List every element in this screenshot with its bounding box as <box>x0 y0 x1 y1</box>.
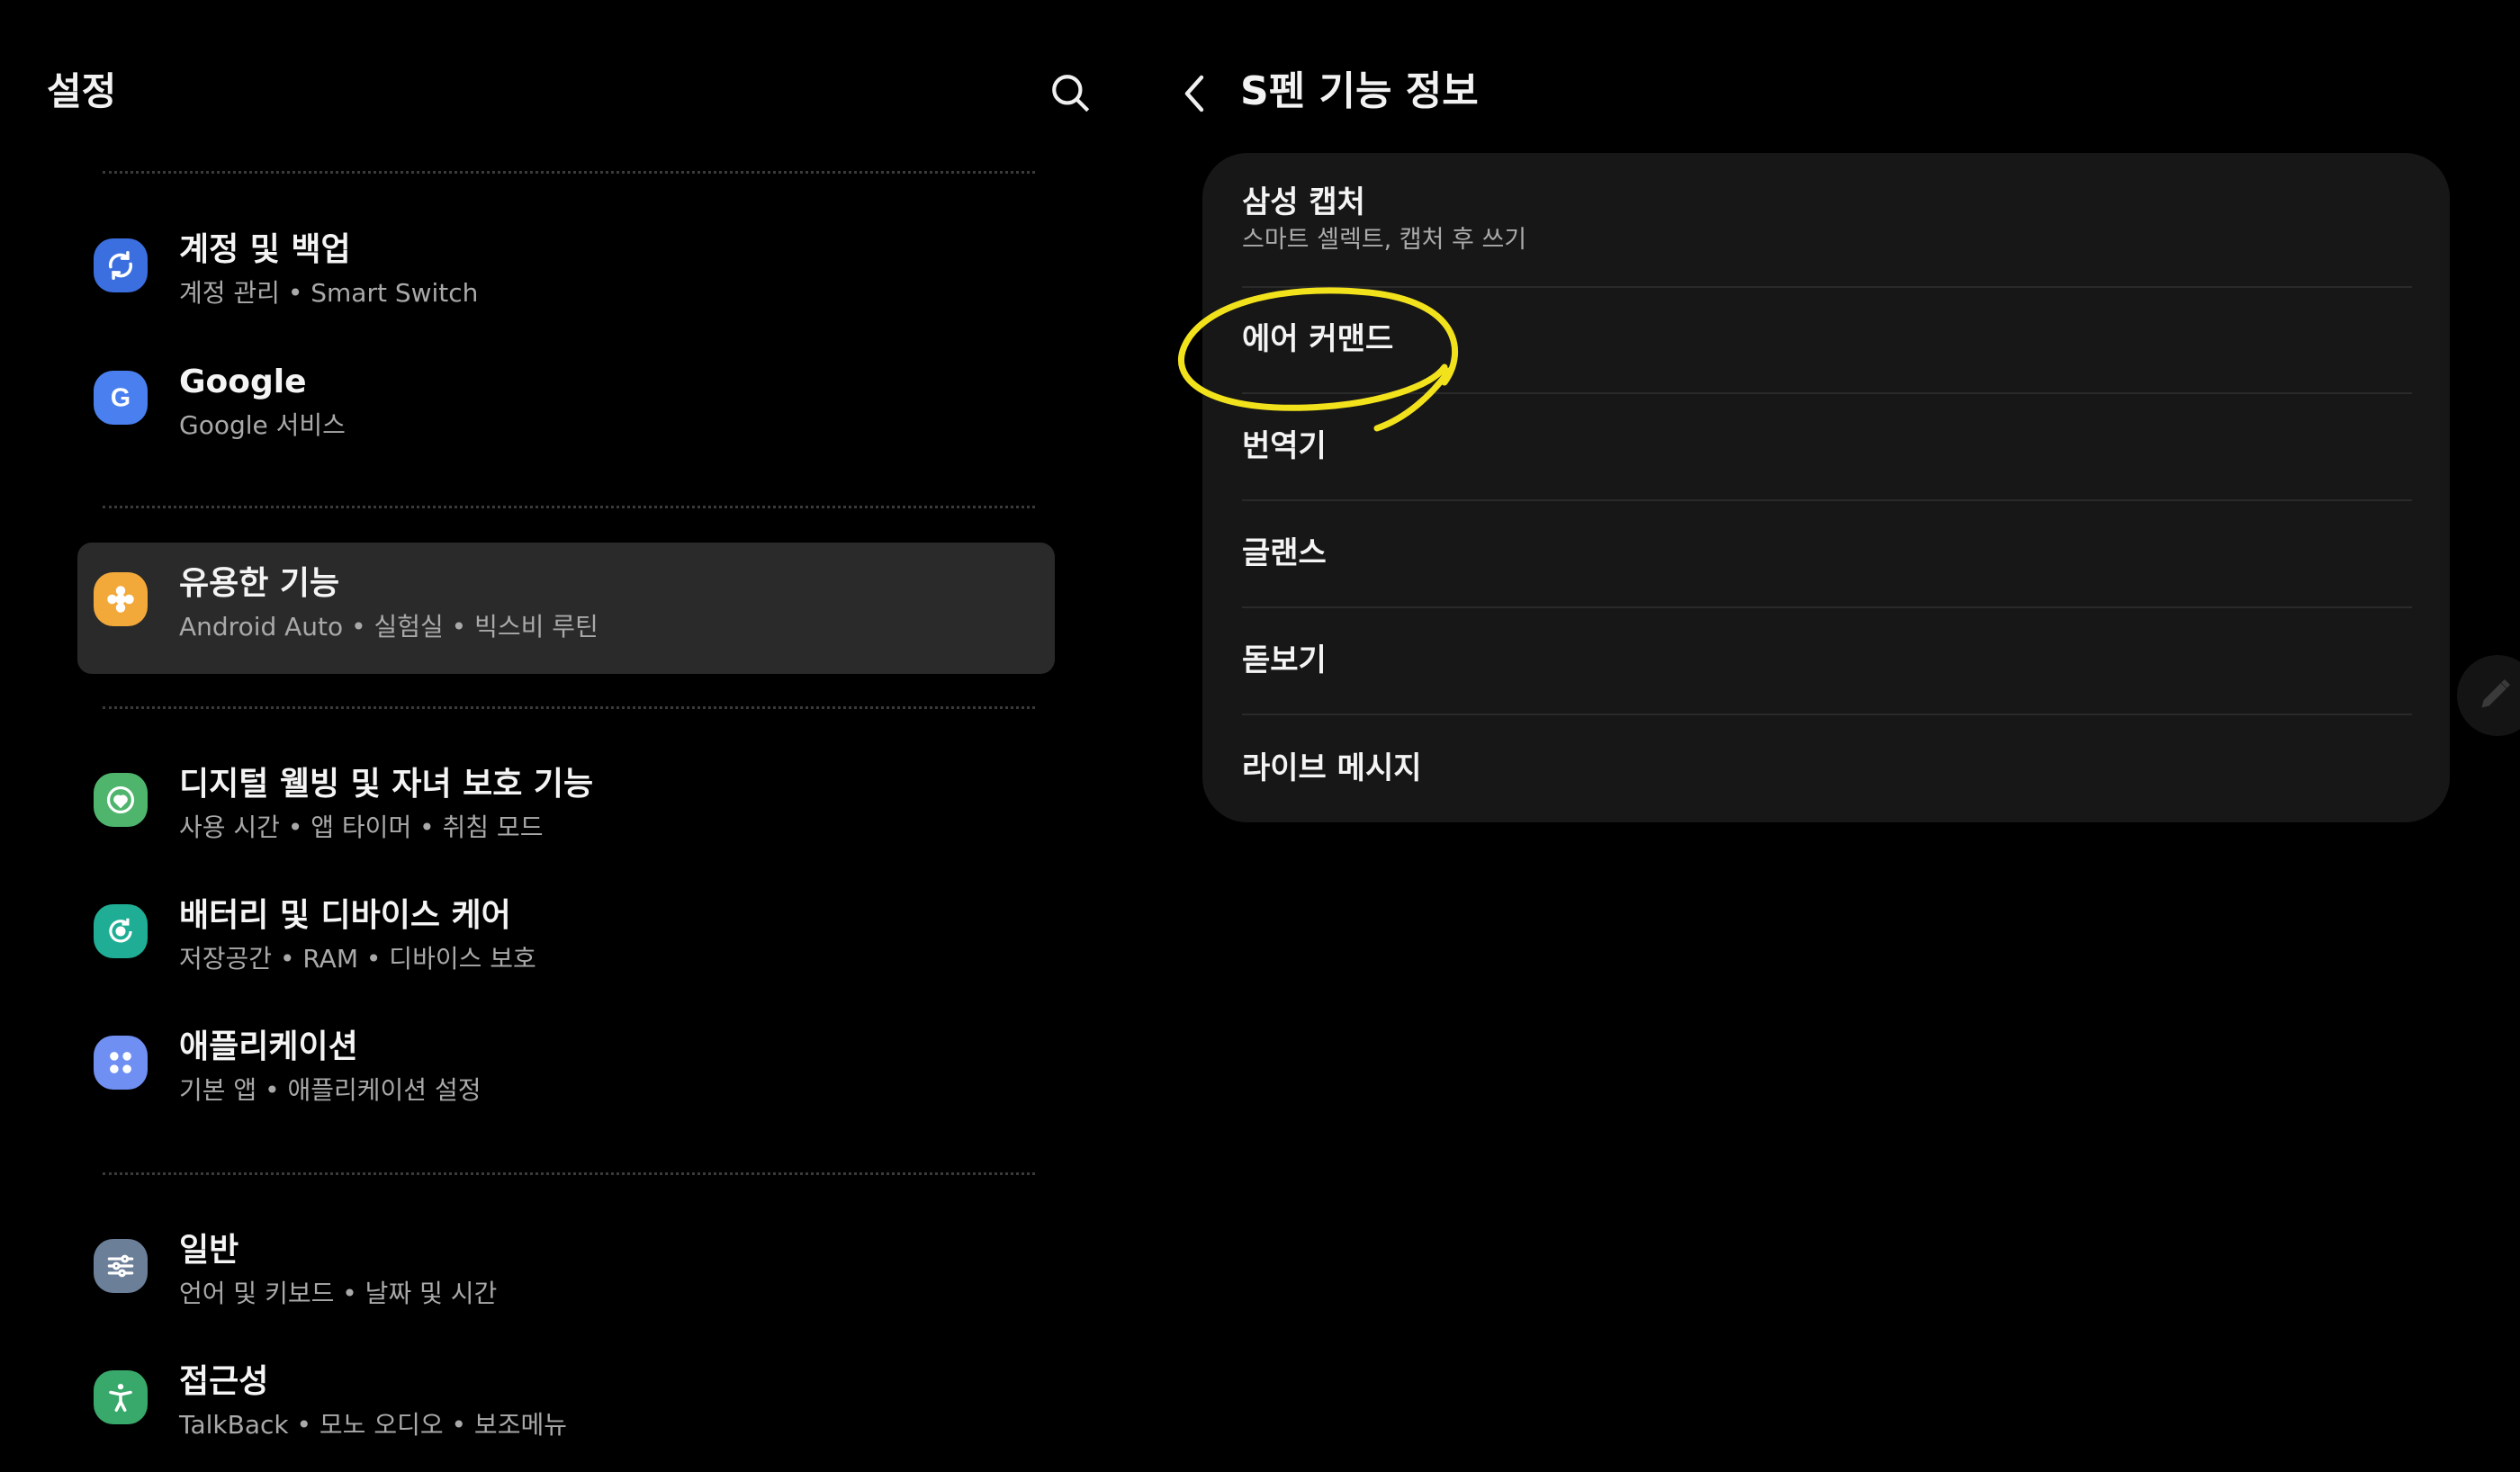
settings-item-google[interactable]: G Google Google 서비스 <box>77 341 1055 472</box>
item-subtitle: 계정 관리 • Smart Switch <box>179 278 479 308</box>
item-title: 배터리 및 디바이스 케어 <box>179 897 511 934</box>
item-title: 애플리케이션 <box>179 1028 358 1065</box>
settings-item-useful-features[interactable]: 유용한 기능 Android Auto • 실험실 • 빅스비 루틴 <box>77 543 1055 674</box>
item-subtitle: Android Auto • 실험실 • 빅스비 루틴 <box>179 612 598 642</box>
settings-item-applications[interactable]: 애플리케이션 기본 앱 • 애플리케이션 설정 <box>77 1006 1055 1137</box>
row-title: 글랜스 <box>1242 534 1327 571</box>
row-title: 돋보기 <box>1242 642 1327 678</box>
item-title: 디지털 웰빙 및 자녀 보호 기능 <box>179 766 594 803</box>
item-subtitle: 저장공간 • RAM • 디바이스 보호 <box>179 944 536 974</box>
spen-features-card: 삼성 캡처 스마트 셀렉트, 캡처 후 쓰기 에어 커맨드 번역기 글랜스 돋보기 라이브 … <box>1202 153 2450 822</box>
row-glance[interactable]: 글랜스 <box>1242 499 2412 606</box>
item-subtitle: Google 서비스 <box>179 410 346 440</box>
device-care-icon <box>94 904 148 958</box>
row-subtitle: 스마트 셀렉트, 캡처 후 쓰기 <box>1242 226 1527 254</box>
item-title: 계정 및 백업 <box>179 231 351 268</box>
svg-text:G: G <box>111 384 130 413</box>
settings-item-general[interactable]: 일반 언어 및 키보드 • 날짜 및 시간 <box>77 1209 1055 1341</box>
settings-item-digital-wellbeing[interactable]: 디지털 웰빙 및 자녀 보호 기능 사용 시간 • 앱 타이머 • 취침 모드 <box>77 743 1055 875</box>
item-title: 접근성 <box>179 1363 269 1400</box>
settings-title: 설정 <box>47 69 117 113</box>
item-subtitle: 사용 시간 • 앱 타이머 • 취침 모드 <box>179 812 544 842</box>
row-magnifier[interactable]: 돋보기 <box>1242 606 2412 714</box>
back-button[interactable] <box>1170 67 1219 121</box>
wellbeing-icon <box>94 773 148 827</box>
item-title: 일반 <box>179 1232 239 1269</box>
divider <box>103 706 1035 709</box>
puzzle-icon <box>94 572 148 626</box>
item-subtitle: 기본 앱 • 애플리케이션 설정 <box>179 1075 482 1105</box>
row-title: 삼성 캡처 <box>1242 184 1365 220</box>
handwritten-circle-annotation <box>1178 287 1458 432</box>
sync-icon <box>94 238 148 292</box>
divider <box>103 171 1035 174</box>
row-live-message[interactable]: 라이브 메시지 <box>1242 714 2412 822</box>
sliders-icon <box>94 1239 148 1293</box>
search-icon <box>1052 75 1090 112</box>
google-icon: G <box>94 371 148 425</box>
search-button[interactable] <box>1044 67 1098 121</box>
settings-item-accessibility[interactable]: 접근성 TalkBack • 모노 오디오 • 보조메뉴 <box>77 1341 1055 1472</box>
item-subtitle: 언어 및 키보드 • 날짜 및 시간 <box>179 1279 498 1308</box>
pen-icon <box>2481 678 2511 708</box>
settings-item-accounts-backup[interactable]: 계정 및 백업 계정 관리 • Smart Switch <box>77 209 1055 340</box>
row-title: 라이브 메시지 <box>1242 749 1422 786</box>
apps-icon <box>94 1036 148 1090</box>
floating-pen-button[interactable] <box>2457 655 2520 736</box>
item-title: 유용한 기능 <box>179 565 340 602</box>
divider <box>103 506 1035 508</box>
item-title: Google <box>179 364 307 400</box>
page-title: S펜 기능 정보 <box>1240 68 1479 114</box>
chevron-left-icon <box>1184 75 1204 112</box>
row-samsung-capture[interactable]: 삼성 캡처스마트 셀렉트, 캡처 후 쓰기 <box>1242 153 2412 286</box>
item-subtitle: TalkBack • 모노 오디오 • 보조메뉴 <box>179 1410 567 1440</box>
accessibility-icon <box>94 1370 148 1424</box>
settings-item-battery-device-care[interactable]: 배터리 및 디바이스 케어 저장공간 • RAM • 디바이스 보호 <box>77 875 1055 1006</box>
divider <box>103 1172 1035 1175</box>
